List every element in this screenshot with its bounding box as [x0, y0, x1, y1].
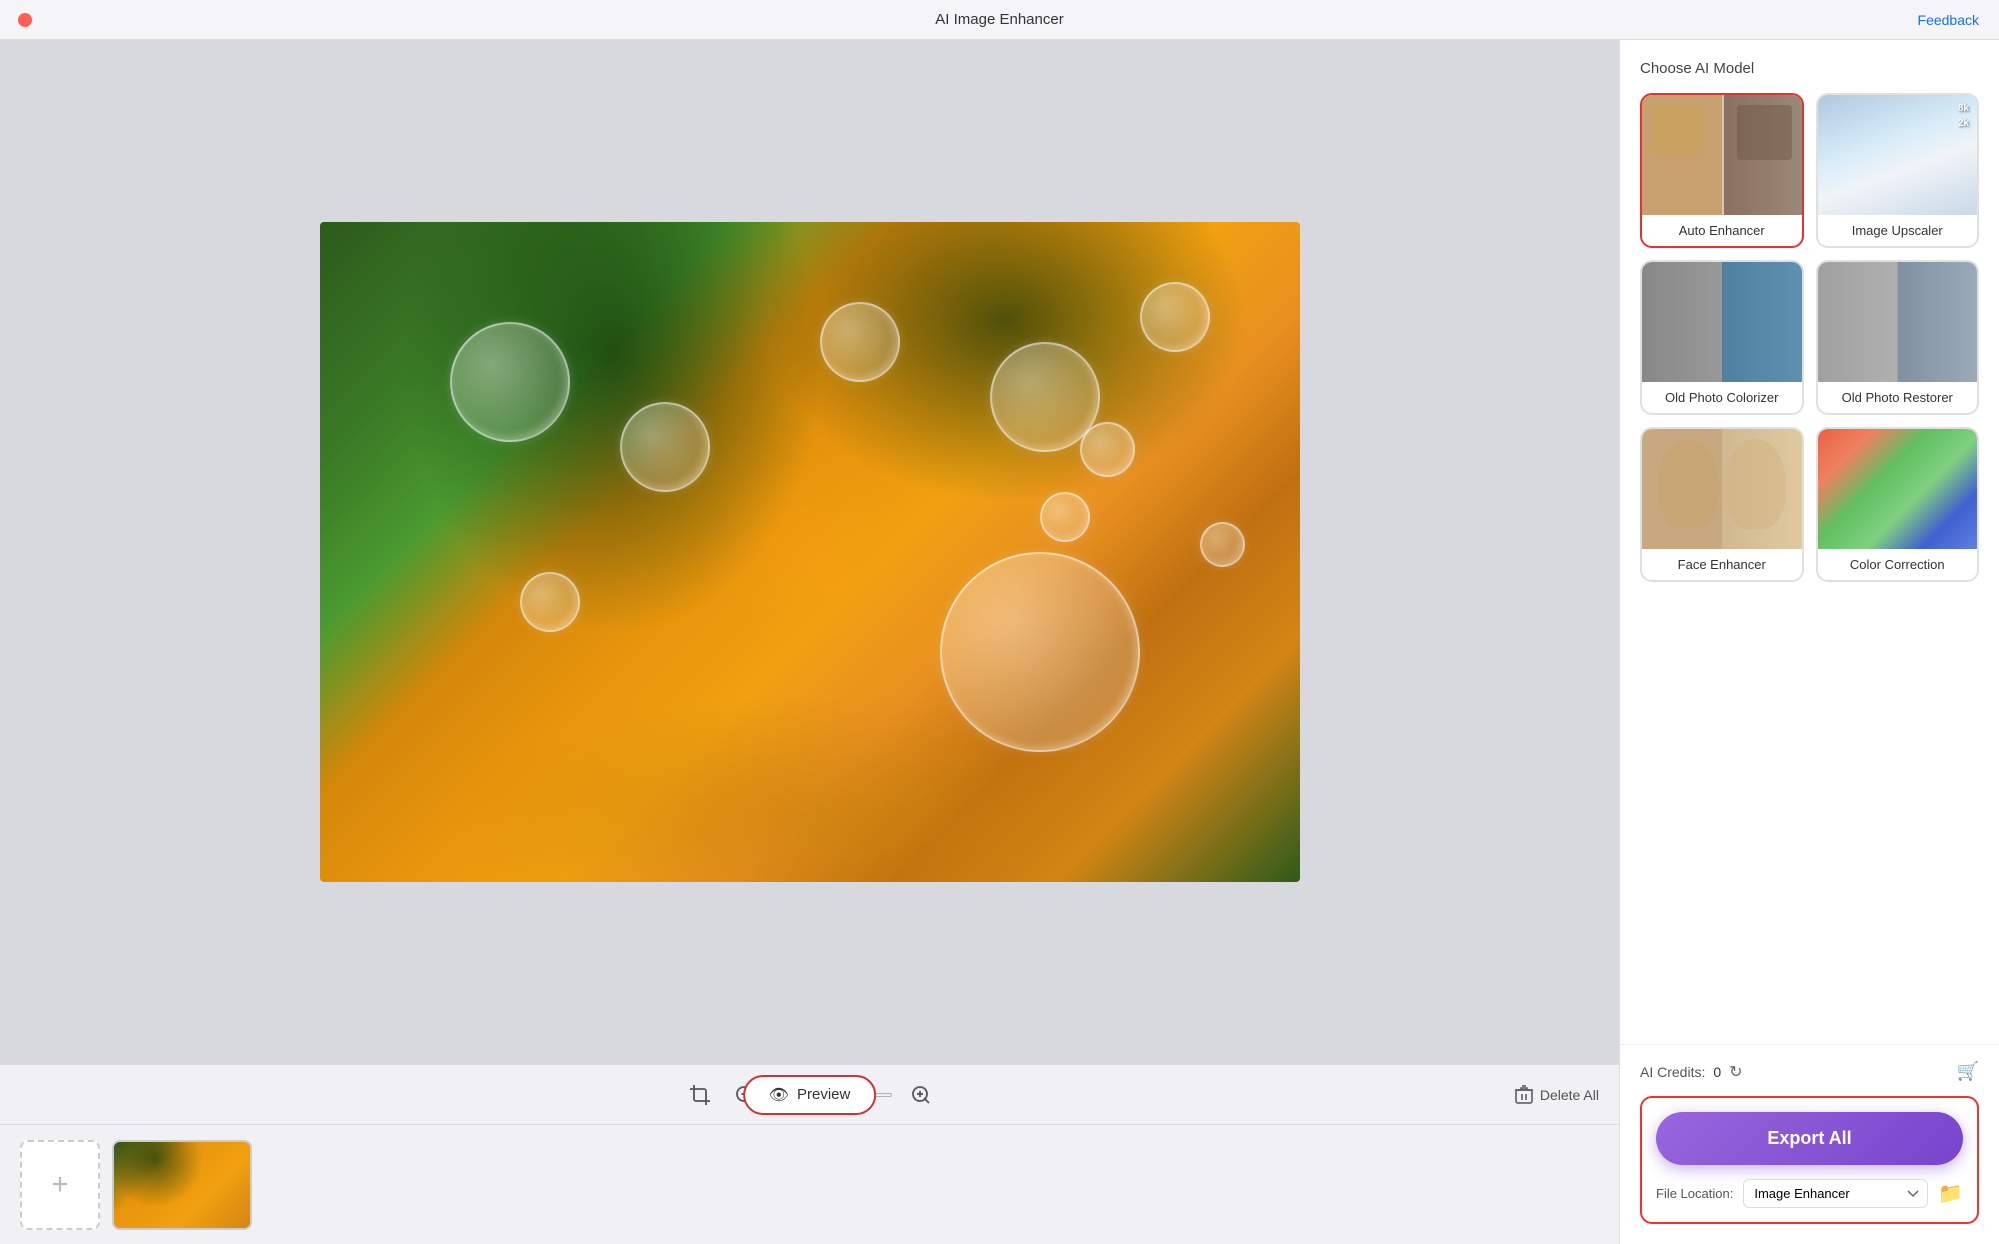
plus-icon: +	[51, 1168, 69, 1202]
ai-credits-label: AI Credits:	[1640, 1064, 1705, 1080]
bubble	[620, 402, 710, 492]
export-section: Export All File Location: Image Enhancer…	[1640, 1096, 1979, 1224]
model-selection-area: Choose AI Model Auto Enhancer 8k2k Image…	[1620, 40, 1999, 1044]
crop-tool-button[interactable]	[683, 1078, 717, 1112]
model-label-image-upscaler: Image Upscaler	[1818, 215, 1978, 246]
bubble	[1200, 522, 1245, 567]
model-thumb-auto-enhancer	[1642, 95, 1802, 215]
export-all-button[interactable]: Export All	[1656, 1112, 1963, 1165]
image-canvas	[0, 40, 1619, 1064]
bubble	[940, 552, 1140, 752]
open-folder-button[interactable]: 📁	[1938, 1181, 1963, 1206]
model-card-color-correction[interactable]: Color Correction	[1816, 427, 1980, 582]
feedback-link[interactable]: Feedback	[1918, 12, 1979, 28]
refresh-credits-button[interactable]: ↻	[1729, 1062, 1742, 1082]
thumbnail-strip: +	[0, 1124, 1619, 1244]
file-location-label: File Location:	[1656, 1186, 1733, 1201]
model-label-face-enhancer: Face Enhancer	[1642, 549, 1802, 580]
model-label-auto-enhancer: Auto Enhancer	[1642, 215, 1802, 246]
bubble	[1040, 492, 1090, 542]
file-location-row: File Location: Image EnhancerDesktopDocu…	[1656, 1179, 1963, 1208]
zoom-in-button[interactable]	[905, 1079, 937, 1111]
model-label-old-photo-restorer: Old Photo Restorer	[1818, 382, 1978, 413]
model-thumb-old-photo-restorer	[1818, 262, 1978, 382]
app-title: AI Image Enhancer	[935, 11, 1063, 28]
main-image	[320, 222, 1300, 882]
model-card-image-upscaler[interactable]: 8k2k Image Upscaler	[1816, 93, 1980, 248]
bubble	[450, 322, 570, 442]
model-thumb-image-upscaler: 8k2k	[1818, 95, 1978, 215]
model-label-old-photo-colorizer: Old Photo Colorizer	[1642, 382, 1802, 413]
export-area: AI Credits: 0 ↻ 🛒 Export All File Locati…	[1620, 1044, 1999, 1244]
model-card-face-enhancer[interactable]: Face Enhancer	[1640, 427, 1804, 582]
bubble	[520, 572, 580, 632]
preview-label: Preview	[797, 1086, 850, 1103]
bubble	[1080, 422, 1135, 477]
model-card-old-photo-restorer[interactable]: Old Photo Restorer	[1816, 260, 1980, 415]
eye-icon	[769, 1085, 789, 1105]
model-card-old-photo-colorizer[interactable]: Old Photo Colorizer	[1640, 260, 1804, 415]
model-grid: Auto Enhancer 8k2k Image Upscaler Old Ph…	[1640, 93, 1979, 582]
ai-credits-value: 0	[1713, 1064, 1721, 1080]
model-thumb-old-photo-colorizer	[1642, 262, 1802, 382]
ai-credits-row: AI Credits: 0 ↻ 🛒	[1640, 1061, 1979, 1082]
bubble	[820, 302, 900, 382]
main-layout: Preview Delete All +	[0, 40, 1999, 1244]
model-thumb-face-enhancer	[1642, 429, 1802, 549]
model-label-color-correction: Color Correction	[1818, 549, 1978, 580]
thumbnail-item[interactable]	[112, 1140, 252, 1230]
delete-all-label: Delete All	[1540, 1087, 1599, 1103]
file-location-select[interactable]: Image EnhancerDesktopDocumentsDownloads	[1743, 1179, 1928, 1208]
preview-button[interactable]: Preview	[743, 1075, 877, 1115]
bubble	[1140, 282, 1210, 352]
choose-model-title: Choose AI Model	[1640, 60, 1979, 77]
right-panel: Choose AI Model Auto Enhancer 8k2k Image…	[1619, 40, 1999, 1244]
delete-all-button[interactable]: Delete All	[1514, 1085, 1599, 1105]
model-thumb-color-correction	[1818, 429, 1978, 549]
add-image-button[interactable]: +	[20, 1140, 100, 1230]
cart-icon[interactable]: 🛒	[1957, 1061, 1979, 1082]
model-card-auto-enhancer[interactable]: Auto Enhancer	[1640, 93, 1804, 248]
close-button[interactable]	[18, 13, 32, 27]
titlebar: AI Image Enhancer Feedback	[0, 0, 1999, 40]
toolbar: Preview Delete All	[0, 1064, 1619, 1124]
left-panel: Preview Delete All +	[0, 40, 1619, 1244]
